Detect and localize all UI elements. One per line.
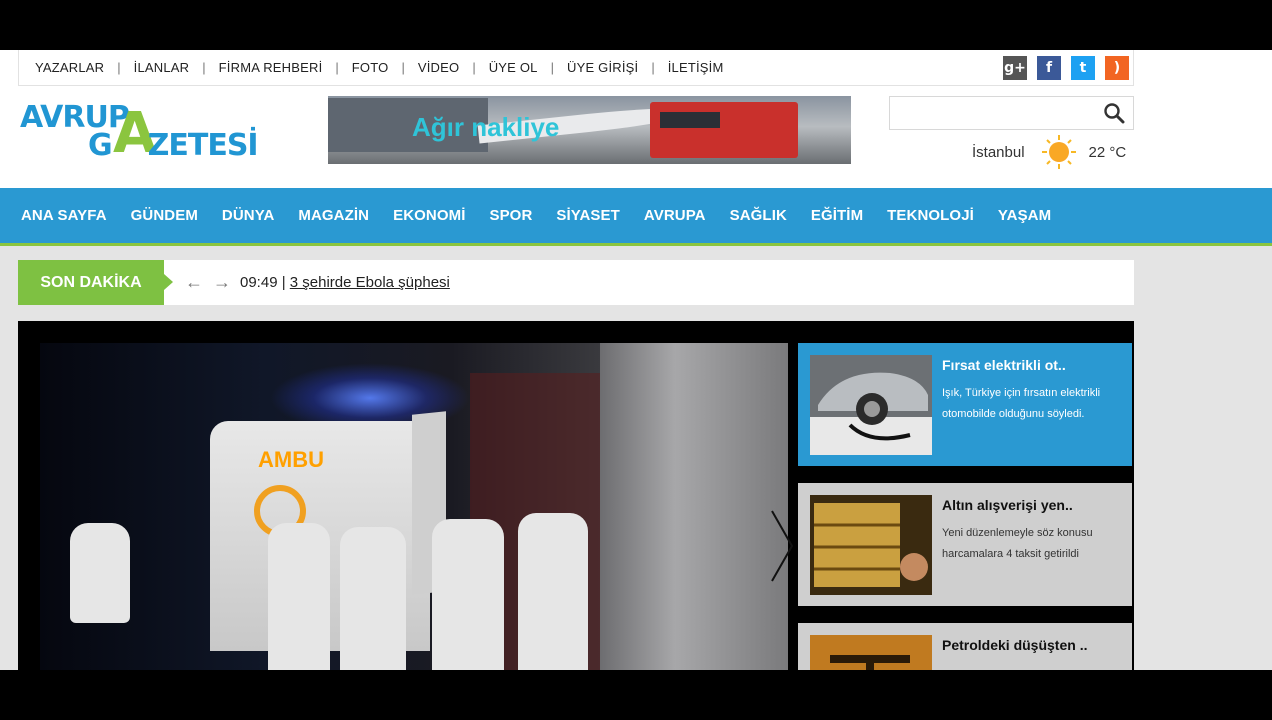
letterbox-top — [0, 0, 1272, 50]
slider-card[interactable]: Altın alışverişi yen.. Yeni düzenlemeyle… — [798, 483, 1132, 606]
banner-truck — [650, 102, 798, 158]
logo-zetesi: ZETESİ — [147, 128, 259, 163]
banner-text: Ağır nakliye — [412, 112, 560, 142]
photo-person — [340, 527, 406, 670]
topnav-uye-girisi[interactable]: ÜYE GİRİŞİ — [567, 60, 638, 75]
site-header: YAZARLAR | İLANLAR | FİRMA REHBERİ | FOT… — [0, 50, 1272, 188]
site-logo[interactable]: AVRUP A G ZETESİ — [20, 98, 259, 168]
breaking-news-headline[interactable]: 3 şehirde Ebola şüphesi — [290, 274, 450, 291]
topnav-foto[interactable]: FOTO — [352, 60, 389, 75]
card-title: Petroldeki düşüşten .. — [942, 637, 1088, 653]
sun-icon — [1041, 135, 1076, 169]
photo-building — [600, 343, 788, 670]
nav-teknoloji[interactable]: TEKNOLOJİ — [887, 207, 974, 224]
photo-ambulance-text: AMBU — [258, 447, 324, 472]
topnav-separator: | — [472, 60, 476, 75]
weather-temp: 22 °C — [1088, 143, 1127, 161]
topnav-uye-ol[interactable]: ÜYE OL — [489, 60, 538, 75]
google-plus-icon[interactable]: g+ — [1003, 56, 1027, 80]
arrow-right-icon[interactable]: → — [213, 272, 231, 293]
topnav-separator: | — [335, 60, 339, 75]
headline-slider: AMBU Fırsat elektrikli ot.. Işık, Türkiy… — [18, 321, 1134, 670]
topnav-separator: | — [202, 60, 206, 75]
nav-dunya[interactable]: DÜNYA — [222, 207, 274, 224]
card-title: Altın alışverişi yen.. — [942, 497, 1073, 513]
topnav-yazarlar[interactable]: YAZARLAR — [35, 60, 104, 75]
logo-text-gazetesi: G ZETESİ — [88, 128, 259, 163]
topnav-ilanlar[interactable]: İLANLAR — [134, 60, 190, 75]
topnav-video[interactable]: VİDEO — [418, 60, 459, 75]
nav-siyaset[interactable]: SİYASET — [556, 207, 620, 224]
nav-ana-sayfa[interactable]: ANA SAYFA — [21, 207, 107, 224]
card-thumbnail-car — [810, 355, 932, 455]
topnav-separator: | — [550, 60, 554, 75]
photo-person — [432, 519, 504, 670]
topnav-separator: | — [117, 60, 121, 75]
social-links: g+ f t ) — [1003, 56, 1129, 80]
top-navigation: YAZARLAR | İLANLAR | FİRMA REHBERİ | FOT… — [18, 50, 1134, 86]
nav-saglik[interactable]: SAĞLIK — [730, 207, 787, 224]
twitter-icon[interactable]: t — [1071, 56, 1095, 80]
slider-next-arrow-icon[interactable] — [766, 509, 796, 583]
breaking-news-label: SON DAKİKA — [18, 260, 173, 305]
topnav-separator: | — [401, 60, 405, 75]
slider-sidebar: Fırsat elektrikli ot.. Işık, Türkiye içi… — [798, 343, 1132, 670]
search-box — [889, 96, 1134, 130]
card-title: Fırsat elektrikli ot.. — [942, 357, 1066, 373]
breaking-news-separator: | — [277, 274, 290, 291]
nav-yasam[interactable]: YAŞAM — [998, 207, 1051, 224]
breaking-news-arrows: ← → — [185, 272, 231, 293]
nav-gundem[interactable]: GÜNDEM — [131, 207, 198, 224]
letterbox-bottom — [0, 670, 1272, 720]
nav-magazin[interactable]: MAGAZİN — [298, 207, 369, 224]
photo-person — [268, 523, 330, 670]
weather-widget: İstanbul 22 °C — [972, 134, 1134, 170]
logo-g: G — [88, 128, 113, 163]
search-icon[interactable] — [1103, 102, 1125, 124]
nav-spor[interactable]: SPOR — [489, 207, 532, 224]
slider-card[interactable]: Fırsat elektrikli ot.. Işık, Türkiye içi… — [798, 343, 1132, 466]
slider-card[interactable]: Petroldeki düşüşten .. — [798, 623, 1132, 670]
main-navigation: ANA SAYFA GÜNDEM DÜNYA MAGAZİN EKONOMİ S… — [0, 188, 1272, 246]
photo-person — [70, 523, 130, 623]
arrow-left-icon[interactable]: ← — [185, 272, 203, 293]
breaking-news-bar: SON DAKİKA ← → 09:49 | 3 şehirde Ebola ş… — [18, 260, 1134, 305]
card-description: Işık, Türkiye için fırsatın elektrikli o… — [942, 387, 1101, 420]
slider-main-photo[interactable]: AMBU — [40, 343, 788, 670]
card-description: Yeni düzenlemeyle söz konusu harcamalara… — [942, 527, 1093, 560]
rss-icon[interactable]: ) — [1105, 56, 1129, 80]
nav-ekonomi[interactable]: EKONOMİ — [393, 207, 465, 224]
browser-viewport: YAZARLAR | İLANLAR | FİRMA REHBERİ | FOT… — [0, 50, 1272, 670]
search-input[interactable] — [890, 97, 1090, 129]
facebook-icon[interactable]: f — [1037, 56, 1061, 80]
nav-avrupa[interactable]: AVRUPA — [644, 207, 706, 224]
photo-person — [518, 513, 588, 670]
nav-egitim[interactable]: EĞİTİM — [811, 207, 863, 224]
breaking-news-item: 09:49 | 3 şehirde Ebola şüphesi — [240, 274, 450, 291]
breaking-news-time: 09:49 — [240, 274, 278, 291]
topnav-firma-rehberi[interactable]: FİRMA REHBERİ — [219, 60, 323, 75]
topnav-separator: | — [651, 60, 655, 75]
card-thumbnail-oil — [810, 635, 932, 670]
topnav-iletisim[interactable]: İLETİŞİM — [668, 60, 724, 75]
ad-banner[interactable]: Ağır nakliye — [328, 96, 851, 164]
card-thumbnail-gold — [810, 495, 932, 595]
weather-city: İstanbul — [972, 143, 1025, 161]
